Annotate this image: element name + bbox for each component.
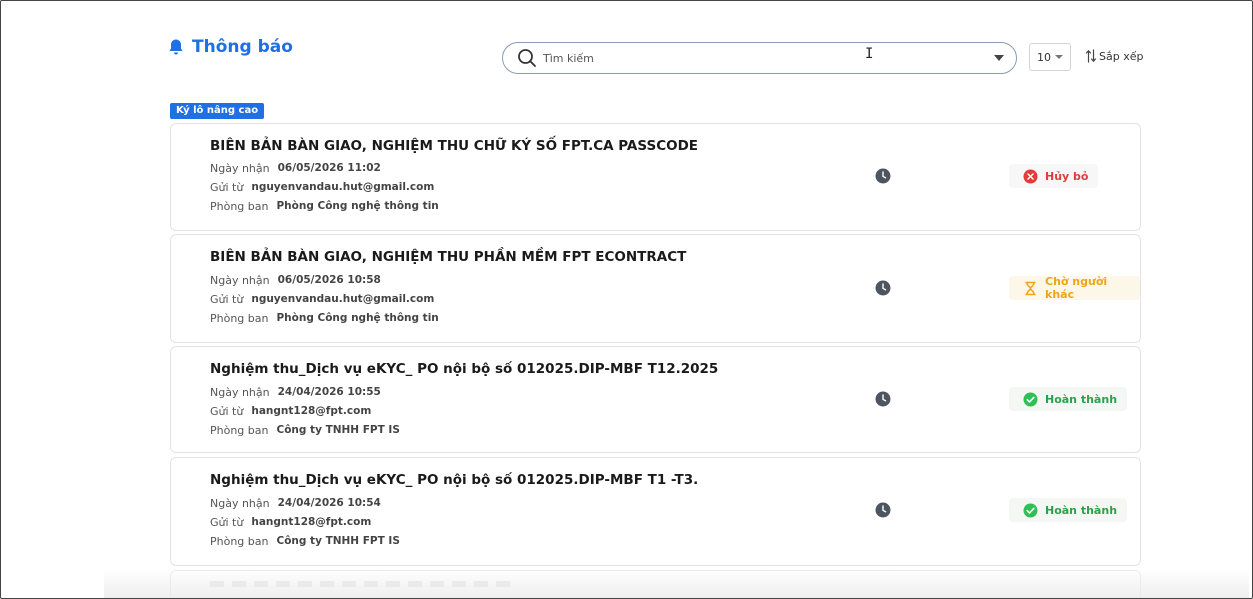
received-value: 06/05/2026 10:58 [277,274,381,286]
section-badge: Ký lô nâng cao [170,103,265,119]
sender-value: nguyenvandau.hut@gmail.com [251,181,435,193]
received-row: Ngày nhận 06/05/2026 10:58 [210,274,381,287]
status-badge: Chờ người khác [1009,275,1140,301]
department-row: Phòng ban Phòng Công nghệ thông tin [210,312,439,325]
sort-label: Sắp xếp [1099,49,1144,63]
text-cursor-icon: I [865,46,874,62]
card-title[interactable]: BIÊN BẢN BÀN GIAO, NGHIỆM THU CHỮ KÝ SỐ … [210,138,698,154]
received-value: 06/05/2026 11:02 [277,162,381,174]
department-value: Công ty TNHH FPT IS [276,424,400,436]
notifications-page: Thông báo I 10 Sắp xếp Ký lô nâng cao BI… [0,0,1253,599]
received-value: 24/04/2026 10:55 [277,386,381,398]
sender-row: Gửi từ hangnt128@fpt.com [210,516,371,529]
status-label: Hoàn thành [1045,392,1118,406]
department-label: Phòng ban [210,535,269,548]
received-value: 24/04/2026 10:54 [277,497,381,509]
status-label: Hoàn thành [1045,503,1118,517]
sender-label: Gửi từ [210,181,244,194]
status-label: Hủy bỏ [1045,169,1089,183]
department-value: Phòng Công nghệ thông tin [276,200,439,212]
department-value: Công ty TNHH FPT IS [276,535,400,547]
notification-card[interactable]: BIÊN BẢN BÀN GIAO, NGHIỆM THU PHẦN MỀM F… [170,234,1141,343]
card-title[interactable]: Nghiệm thu_Dịch vụ eKYC_ PO nội bộ số 01… [210,361,718,377]
hourglass-icon [1025,281,1036,295]
sort-button[interactable]: Sắp xếp [1085,48,1143,64]
clock-icon[interactable] [875,502,891,518]
department-row: Phòng ban Công ty TNHH FPT IS [210,424,400,437]
received-label: Ngày nhận [210,497,270,510]
sender-value: hangnt128@fpt.com [251,516,372,528]
notification-card[interactable]: Nghiệm thu_Dịch vụ eKYC_ PO nội bộ số 01… [170,457,1141,566]
card-title[interactable]: Nghiệm thu_Dịch vụ eKYC_ PO nội bộ số 01… [210,472,698,488]
department-label: Phòng ban [210,312,269,325]
received-label: Ngày nhận [210,274,270,287]
search-icon [518,49,536,67]
check-circle-icon [1023,392,1038,406]
received-row: Ngày nhận 24/04/2026 10:54 [210,497,381,510]
status-badge: Hủy bỏ [1009,164,1099,188]
received-label: Ngày nhận [210,386,270,399]
search-input[interactable] [543,46,994,70]
status-label: Chờ người khác [1045,275,1108,301]
page-size-select[interactable]: 10 [1029,43,1071,71]
sender-label: Gửi từ [210,293,244,306]
page-title: Thông báo [192,37,293,57]
department-row: Phòng ban Phòng Công nghệ thông tin [210,200,439,213]
page-size-value: 10 [1037,50,1051,64]
received-row: Ngày nhận 24/04/2026 10:55 [210,386,381,399]
notification-card[interactable]: BIÊN BẢN BÀN GIAO, NGHIỆM THU CHỮ KÝ SỐ … [170,123,1141,231]
sender-row: Gửi từ hangnt128@fpt.com [210,405,371,418]
chevron-down-icon[interactable] [994,55,1004,61]
sender-row: Gửi từ nguyenvandau.hut@gmail.com [210,181,434,194]
sender-value: nguyenvandau.hut@gmail.com [251,293,435,305]
status-badge: Hoàn thành [1009,498,1128,522]
check-circle-icon [1023,503,1038,517]
received-label: Ngày nhận [210,162,270,175]
chevron-down-icon [1055,55,1063,59]
card-title[interactable]: BIÊN BẢN BÀN GIAO, NGHIỆM THU PHẦN MỀM F… [210,249,686,265]
sender-row: Gửi từ nguyenvandau.hut@gmail.com [210,293,434,306]
clock-icon[interactable] [875,391,891,407]
department-value: Phòng Công nghệ thông tin [276,312,439,324]
sort-icon [1085,49,1097,63]
status-badge: Hoàn thành [1009,387,1128,411]
department-label: Phòng ban [210,424,269,437]
received-row: Ngày nhận 06/05/2026 11:02 [210,162,381,175]
sender-label: Gửi từ [210,516,244,529]
search-bar[interactable] [502,42,1017,74]
sender-value: hangnt128@fpt.com [251,405,372,417]
notification-card[interactable]: Nghiệm thu_Dịch vụ eKYC_ PO nội bộ số 01… [170,346,1141,453]
cancel-circle-icon [1023,169,1038,183]
clock-icon[interactable] [875,280,891,296]
scroll-fade [104,569,1249,598]
sender-label: Gửi từ [210,405,244,418]
department-row: Phòng ban Công ty TNHH FPT IS [210,535,400,548]
department-label: Phòng ban [210,200,269,213]
clock-icon[interactable] [875,168,891,184]
page-header: Thông báo [168,37,293,57]
bell-icon [169,39,183,55]
